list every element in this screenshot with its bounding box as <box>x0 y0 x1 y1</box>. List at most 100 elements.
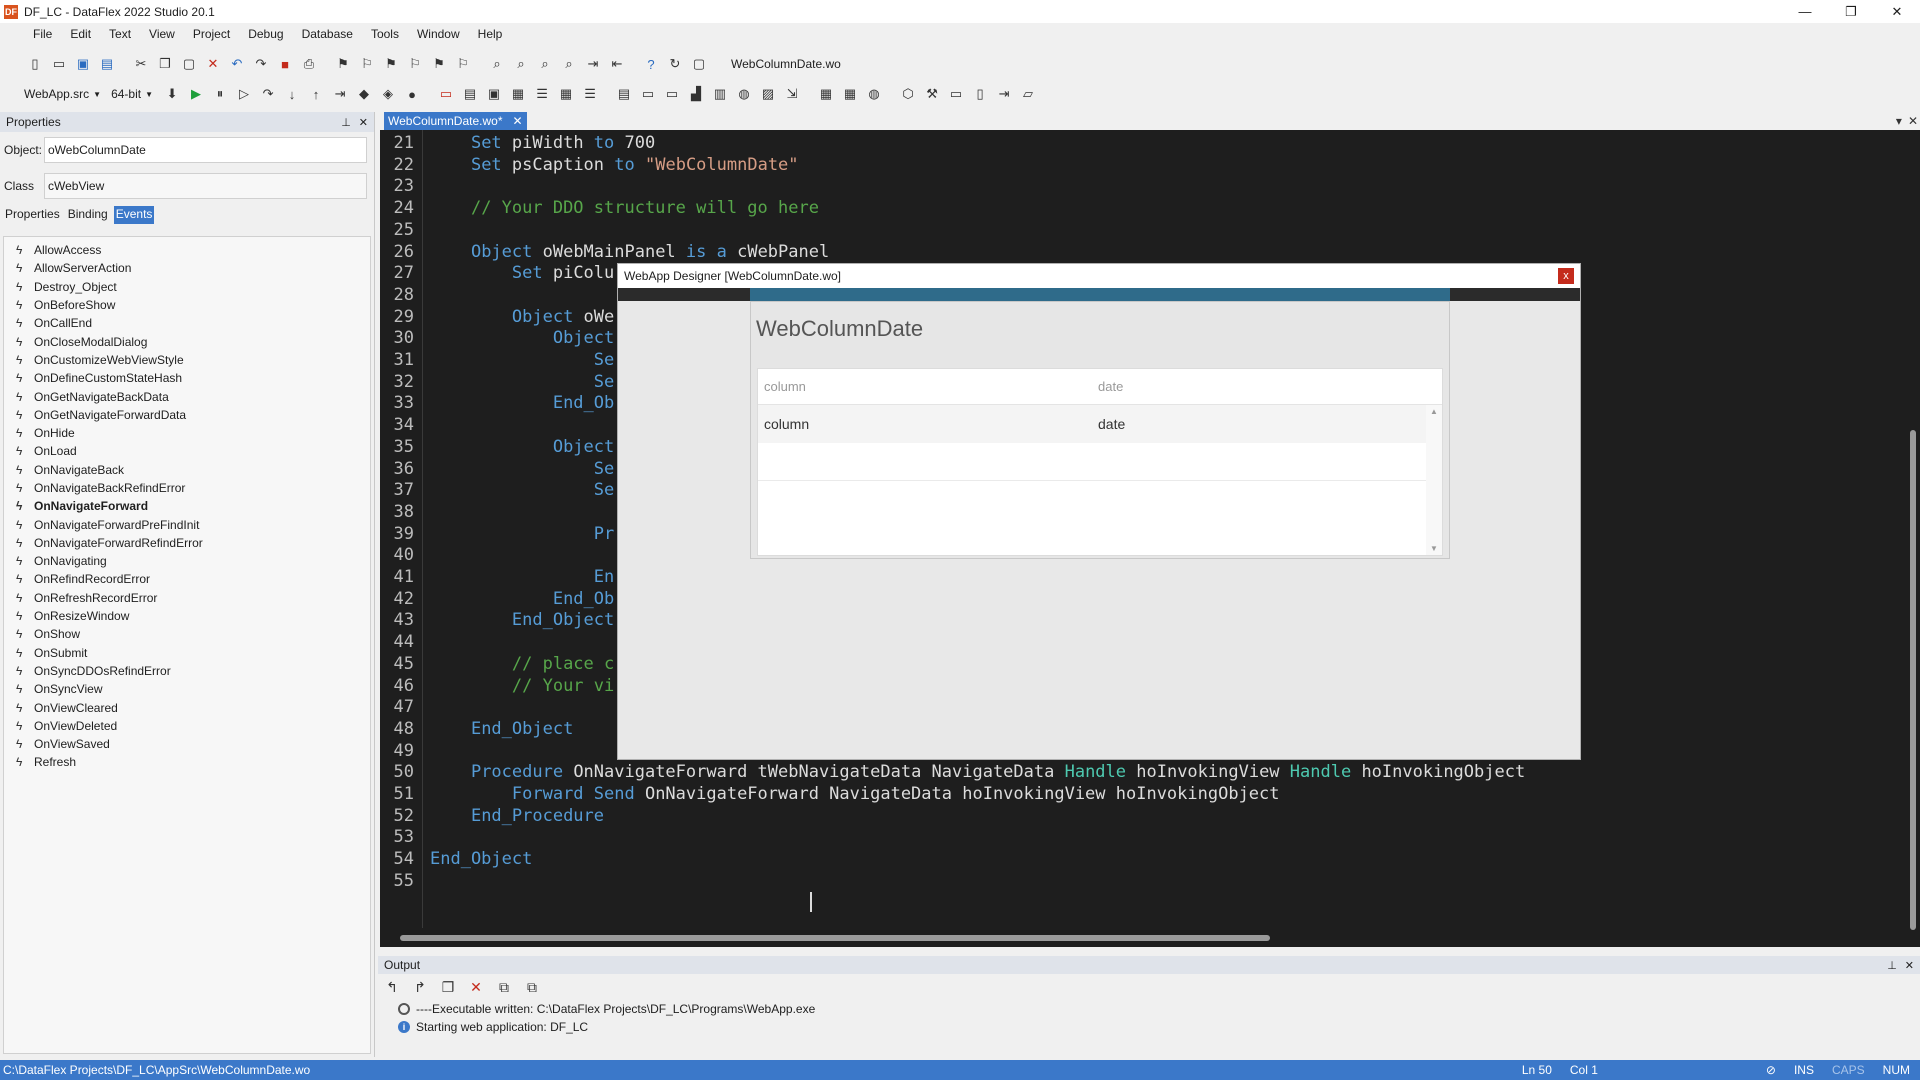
event-item[interactable]: ϟ OnViewDeleted <box>4 717 370 735</box>
event-item[interactable]: ϟ OnCallEnd <box>4 314 370 332</box>
event-item[interactable]: ϟ OnViewCleared <box>4 698 370 716</box>
event-item[interactable]: ϟ AllowAccess <box>4 241 370 259</box>
tab-list-icon[interactable]: ▾ <box>1896 114 1902 128</box>
bookmark-extra-icon[interactable]: ⚐ <box>454 55 472 73</box>
find-prev-icon[interactable]: ⌕ <box>536 55 554 73</box>
globe-icon[interactable]: ◍ <box>735 85 753 103</box>
horizontal-scroll-thumb[interactable] <box>400 935 1270 941</box>
menu-help[interactable]: Help <box>469 27 512 41</box>
close-icon[interactable]: ✕ <box>359 116 368 129</box>
event-item[interactable]: ϟ AllowServerAction <box>4 259 370 277</box>
current-file-combo[interactable]: WebColumnDate.wo <box>726 54 956 74</box>
go-to-error-icon[interactable]: ↰ <box>382 977 402 997</box>
event-item[interactable]: ϟ OnRefindRecordError <box>4 570 370 588</box>
menu-tools[interactable]: Tools <box>362 27 408 41</box>
redo-icon[interactable]: ↷ <box>252 55 270 73</box>
event-item[interactable]: ϟ OnSyncView <box>4 680 370 698</box>
run-icon[interactable]: ▶ <box>187 85 205 103</box>
event-item[interactable]: ϟ OnViewSaved <box>4 735 370 753</box>
menu-edit[interactable]: Edit <box>61 27 100 41</box>
close-document-icon[interactable]: ✕ <box>1908 114 1918 128</box>
tab-binding[interactable]: Binding <box>66 206 110 224</box>
copy-output-icon[interactable]: ❐ <box>438 977 458 997</box>
project-combo[interactable]: WebApp.src ▼ <box>24 87 101 101</box>
menu-database[interactable]: Database <box>293 27 362 41</box>
event-item[interactable]: ϟ OnGetNavigateBackData <box>4 387 370 405</box>
grid-header-column[interactable]: column <box>758 379 1092 394</box>
event-item[interactable]: ϟ OnNavigating <box>4 552 370 570</box>
web-view-frame[interactable]: WebColumnDate column date column date ▲ … <box>750 301 1450 559</box>
event-item[interactable]: ϟ Refresh <box>4 753 370 771</box>
run-to-cursor-icon[interactable]: ⇥ <box>331 85 349 103</box>
new-file-icon[interactable]: ▯ <box>26 55 44 73</box>
continue-icon[interactable]: ▷ <box>235 85 253 103</box>
event-item[interactable]: ϟ OnShow <box>4 625 370 643</box>
event-item[interactable]: ϟ OnHide <box>4 424 370 442</box>
bookmark-list-icon[interactable]: ⚑ <box>430 55 448 73</box>
tools-icon[interactable]: ⚒ <box>923 85 941 103</box>
table-explorer-icon[interactable]: ▤ <box>615 85 633 103</box>
pin-icon[interactable]: ⊥ <box>1887 959 1897 972</box>
exit-icon[interactable]: ⇥ <box>995 85 1013 103</box>
window-icon[interactable]: ▢ <box>690 55 708 73</box>
menu-text[interactable]: Text <box>100 27 140 41</box>
event-item[interactable]: ϟ OnNavigateForwardPreFindInit <box>4 515 370 533</box>
next-error-icon[interactable]: ↱ <box>410 977 430 997</box>
menu-debug[interactable]: Debug <box>239 27 292 41</box>
expand-icon[interactable]: ⧉ <box>494 977 514 997</box>
object-combo[interactable]: oWebColumnDate <box>44 137 367 163</box>
designer-close-button[interactable]: x <box>1558 268 1574 284</box>
event-item[interactable]: ϟ Destroy_Object <box>4 278 370 296</box>
grid-row[interactable]: column date <box>758 405 1426 443</box>
close-icon[interactable]: ✕ <box>1905 959 1914 972</box>
compile-icon[interactable]: ⬇ <box>163 85 181 103</box>
web-panel-icon[interactable]: ▦ <box>509 85 527 103</box>
help-icon[interactable]: ? <box>642 55 660 73</box>
web-view-icon[interactable]: ▣ <box>485 85 503 103</box>
horizontal-scrollbar[interactable] <box>380 929 1905 947</box>
outdent-icon[interactable]: ⇤ <box>608 55 626 73</box>
bookmark-prev-icon[interactable]: ⚐ <box>358 55 376 73</box>
collapse-icon[interactable]: ⧉ <box>522 977 542 997</box>
vertical-scrollbar[interactable] <box>1905 130 1920 930</box>
event-item[interactable]: ϟ OnRefreshRecordError <box>4 589 370 607</box>
open-folder-icon[interactable]: ▭ <box>50 55 68 73</box>
step-over-icon[interactable]: ↷ <box>259 85 277 103</box>
event-item[interactable]: ϟ OnCloseModalDialog <box>4 332 370 350</box>
find-icon[interactable]: ⌕ <box>488 55 506 73</box>
event-item[interactable]: ϟ OnSubmit <box>4 644 370 662</box>
grid-align-icon[interactable]: ▦ <box>841 85 859 103</box>
clear-output-icon[interactable]: ✕ <box>466 977 486 997</box>
bitness-combo[interactable]: 64-bit ▼ <box>111 87 153 101</box>
event-item[interactable]: ϟ OnLoad <box>4 442 370 460</box>
event-item[interactable]: ϟ OnSyncDDOsRefindError <box>4 662 370 680</box>
event-item[interactable]: ϟ OnNavigateBackRefindError <box>4 479 370 497</box>
report-icon[interactable]: ▥ <box>711 85 729 103</box>
stop-icon[interactable]: ■ <box>276 55 294 73</box>
database-explorer-icon[interactable]: ▭ <box>663 85 681 103</box>
refresh-icon[interactable]: ↻ <box>666 55 684 73</box>
web-menu-icon[interactable]: ☰ <box>533 85 551 103</box>
bookmark-next-icon[interactable]: ⚑ <box>382 55 400 73</box>
tab-webcolumndate[interactable]: WebColumnDate.wo* ✕ <box>384 112 527 130</box>
event-item[interactable]: ϟ OnCustomizeWebViewStyle <box>4 351 370 369</box>
step-out-icon[interactable]: ↑ <box>307 85 325 103</box>
close-button[interactable]: ✕ <box>1874 0 1920 23</box>
web-list-icon[interactable]: ☰ <box>581 85 599 103</box>
menu-window[interactable]: Window <box>408 27 469 41</box>
database-builder-icon[interactable]: ▭ <box>639 85 657 103</box>
document-icon[interactable]: ▯ <box>971 85 989 103</box>
tab-close-icon[interactable]: ✕ <box>513 114 523 128</box>
minimize-button[interactable]: — <box>1782 0 1828 23</box>
menu-file[interactable]: File <box>24 27 61 41</box>
copy-icon[interactable]: ❐ <box>156 55 174 73</box>
scroll-down-icon[interactable]: ▼ <box>1430 544 1438 553</box>
bookmark-clear-icon[interactable]: ⚐ <box>406 55 424 73</box>
note-icon[interactable]: ▱ <box>1019 85 1037 103</box>
event-item[interactable]: ϟ OnNavigateBack <box>4 461 370 479</box>
event-item[interactable]: ϟ OnDefineCustomStateHash <box>4 369 370 387</box>
step-into-icon[interactable]: ↓ <box>283 85 301 103</box>
chart-icon[interactable]: ▟ <box>687 85 705 103</box>
scroll-up-icon[interactable]: ▲ <box>1430 407 1438 416</box>
grid-scrollbar[interactable]: ▲ ▼ <box>1426 405 1442 555</box>
